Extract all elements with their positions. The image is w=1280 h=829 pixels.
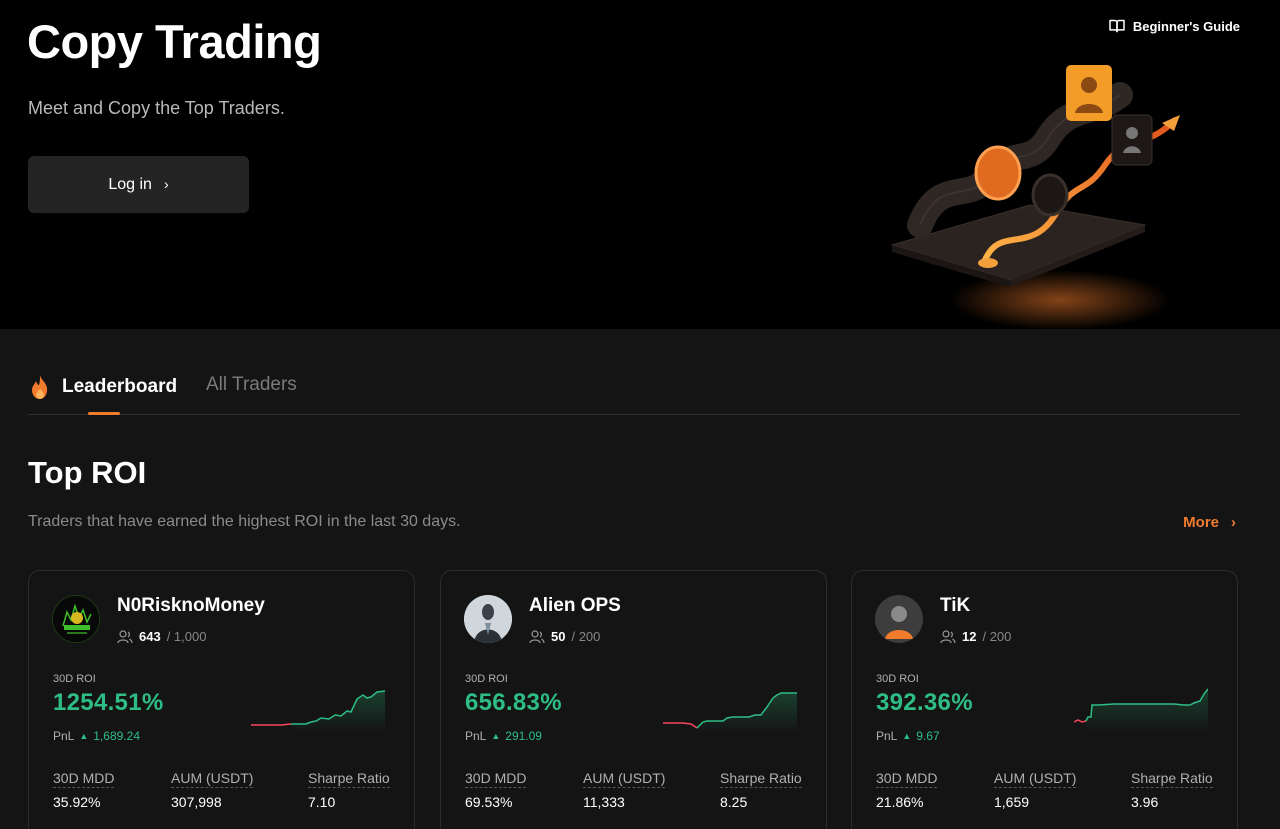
- triangle-up-icon: ▲: [491, 731, 501, 741]
- pnl: PnL ▲ 1,689.24: [53, 729, 140, 743]
- stat-aum-label[interactable]: AUM (USDT): [583, 770, 666, 788]
- avatar: [464, 595, 512, 643]
- stat-mdd-label[interactable]: 30D MDD: [876, 770, 938, 788]
- triangle-up-icon: ▲: [79, 731, 89, 741]
- roi-sparkline: [251, 690, 385, 733]
- users-icon: [940, 629, 956, 643]
- stat-sharpe-value: 3.96: [1131, 794, 1159, 810]
- stat-aum-value: 11,333: [583, 794, 625, 810]
- stat-sharpe-label[interactable]: Sharpe Ratio: [308, 770, 390, 788]
- stat-aum: AUM (USDT) 1,659: [994, 770, 1077, 810]
- followers-count: 643 / 1,000: [117, 629, 206, 644]
- roi-label: 30D ROI: [53, 673, 96, 685]
- stat-aum: AUM (USDT) 11,333: [583, 770, 666, 810]
- stat-mdd-value: 21.86%: [876, 794, 924, 810]
- stat-mdd-value: 69.53%: [465, 794, 513, 810]
- roi-value: 656.83%: [465, 689, 562, 716]
- stat-aum-value: 1,659: [994, 794, 1030, 810]
- stat-sharpe: Sharpe Ratio 3.96: [1131, 770, 1213, 810]
- trader-card[interactable]: Alien OPS 50 / 200 30D ROI 656.83% PnL ▲…: [440, 570, 827, 829]
- stat-aum-label[interactable]: AUM (USDT): [171, 770, 254, 788]
- fire-icon: [32, 375, 48, 399]
- hero-banner: Copy Trading Meet and Copy the Top Trade…: [0, 0, 1280, 329]
- stat-mdd: 30D MDD 69.53%: [465, 770, 527, 810]
- more-link[interactable]: More ›: [1183, 514, 1236, 531]
- users-icon: [529, 629, 545, 643]
- stat-sharpe-label[interactable]: Sharpe Ratio: [720, 770, 802, 788]
- pnl: PnL ▲ 291.09: [465, 729, 542, 743]
- login-button[interactable]: Log in ›: [28, 156, 249, 213]
- pnl-value: 291.09: [505, 729, 542, 743]
- roi-value: 1254.51%: [53, 689, 164, 716]
- followers-current: 50: [551, 629, 566, 644]
- stat-mdd-label[interactable]: 30D MDD: [53, 770, 115, 788]
- stat-sharpe-value: 7.10: [308, 794, 336, 810]
- beginners-guide-link[interactable]: Beginner's Guide: [1109, 18, 1240, 34]
- pnl-value: 1,689.24: [93, 729, 140, 743]
- trader-card[interactable]: TiK 12 / 200 30D ROI 392.36% PnL ▲ 9.67 …: [851, 570, 1238, 829]
- followers-count: 50 / 200: [529, 629, 600, 644]
- stat-aum-value: 307,998: [171, 794, 222, 810]
- followers-max: / 200: [571, 629, 601, 644]
- login-button-label: Log in: [108, 175, 152, 193]
- roi-label: 30D ROI: [876, 673, 919, 685]
- section-description: Traders that have earned the highest ROI…: [28, 513, 461, 530]
- hero-illustration: [890, 65, 1180, 329]
- pnl-label: PnL: [53, 729, 75, 743]
- stat-sharpe: Sharpe Ratio 8.25: [720, 770, 802, 810]
- stat-sharpe-value: 8.25: [720, 794, 748, 810]
- tab-leaderboard-label: Leaderboard: [62, 376, 178, 397]
- avatar: [52, 595, 100, 643]
- followers-max: / 1,000: [166, 629, 207, 644]
- stat-mdd-value: 35.92%: [53, 794, 101, 810]
- stat-mdd: 30D MDD 21.86%: [876, 770, 938, 810]
- stat-sharpe-label[interactable]: Sharpe Ratio: [1131, 770, 1213, 788]
- tab-all-traders[interactable]: All Traders: [206, 374, 297, 396]
- chevron-right-icon: ›: [163, 176, 169, 192]
- avatar: [875, 595, 923, 643]
- users-icon: [117, 629, 133, 643]
- stat-aum: AUM (USDT) 307,998: [171, 770, 254, 810]
- trader-card[interactable]: N0RisknoMoney 643 / 1,000 30D ROI 1254.5…: [28, 570, 415, 829]
- tab-bar: Leaderboard All Traders: [28, 368, 1240, 415]
- more-label: More: [1183, 514, 1219, 531]
- trader-name[interactable]: N0RisknoMoney: [117, 595, 265, 617]
- trader-name[interactable]: Alien OPS: [529, 595, 621, 617]
- pnl-value: 9.67: [916, 729, 940, 743]
- stat-mdd-label[interactable]: 30D MDD: [465, 770, 527, 788]
- followers-max: / 200: [982, 629, 1012, 644]
- roi-sparkline: [663, 692, 797, 733]
- followers-current: 643: [139, 629, 161, 644]
- pnl-label: PnL: [465, 729, 487, 743]
- triangle-up-icon: ▲: [902, 731, 912, 741]
- roi-value: 392.36%: [876, 689, 973, 716]
- followers-current: 12: [962, 629, 977, 644]
- followers-count: 12 / 200: [940, 629, 1011, 644]
- chevron-right-icon: ›: [1231, 514, 1236, 531]
- roi-label: 30D ROI: [465, 673, 508, 685]
- section-title: Top ROI: [28, 455, 147, 490]
- beginners-guide-label: Beginner's Guide: [1132, 18, 1240, 34]
- book-icon: [1109, 19, 1125, 33]
- active-tab-indicator: [88, 412, 120, 415]
- stat-mdd: 30D MDD 35.92%: [53, 770, 115, 810]
- page-subtitle: Meet and Copy the Top Traders.: [28, 98, 285, 118]
- tab-leaderboard[interactable]: Leaderboard: [28, 374, 177, 400]
- pnl: PnL ▲ 9.67: [876, 729, 940, 743]
- roi-sparkline: [1074, 688, 1208, 733]
- trader-name[interactable]: TiK: [940, 595, 970, 617]
- page-title: Copy Trading: [27, 15, 322, 68]
- pnl-label: PnL: [876, 729, 898, 743]
- stat-sharpe: Sharpe Ratio 7.10: [308, 770, 390, 810]
- stat-aum-label[interactable]: AUM (USDT): [994, 770, 1077, 788]
